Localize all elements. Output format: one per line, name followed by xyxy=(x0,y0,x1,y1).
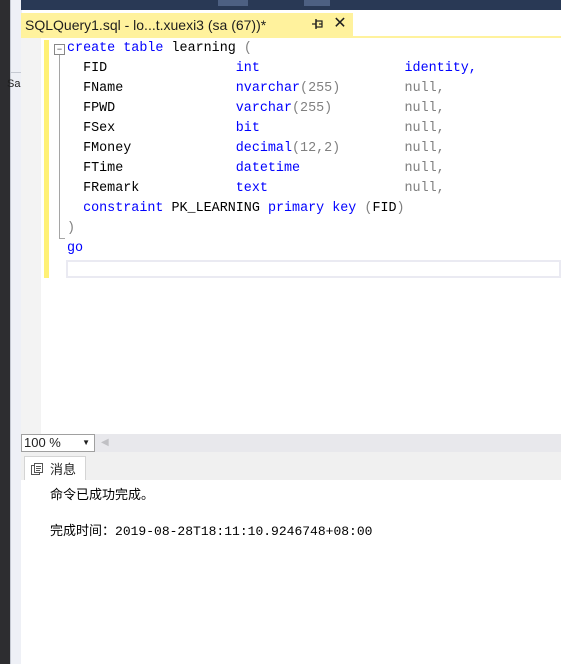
column-name: FPWD xyxy=(67,101,236,116)
column-name: FID xyxy=(67,61,236,76)
column-name: FName xyxy=(67,81,236,96)
result-message: 命令已成功完成。 xyxy=(50,488,155,503)
column-name: FSex xyxy=(67,121,236,136)
chevron-down-icon: ▼ xyxy=(82,438,90,447)
completion-time: 完成时间：2019-08-28T18:11:10.9246748+08:00 xyxy=(50,520,372,539)
column-type: int xyxy=(235,61,260,76)
column-type: decimal xyxy=(235,141,292,156)
column-gap xyxy=(332,101,404,116)
column-type-args: (12,2) xyxy=(292,141,341,156)
collapse-icon[interactable]: − xyxy=(54,44,65,55)
fold-guide-end xyxy=(59,238,65,239)
keyword-create: create xyxy=(67,41,116,56)
column-gap xyxy=(260,121,405,136)
column-type: nvarchar xyxy=(235,81,301,96)
code-area[interactable]: create table learning ( FID int identity… xyxy=(67,39,477,259)
editor-gutter xyxy=(21,38,41,434)
code-line-column: FRemark text null, xyxy=(67,179,477,199)
panel-cut-label: Sa xyxy=(7,78,21,90)
left-activity-strip xyxy=(0,0,10,664)
column-type: varchar xyxy=(235,101,292,116)
keyword-primary-key: primary key xyxy=(267,201,357,216)
completion-time-label: 完成时间： xyxy=(50,524,116,539)
current-line-highlight xyxy=(66,260,561,278)
keyword-table: table xyxy=(123,41,164,56)
document-tab[interactable]: SQLQuery1.sql - lo...t.xuexi3 (sa (67))*… xyxy=(21,13,353,36)
zoom-select[interactable]: 100 % ▼ xyxy=(21,434,95,452)
constraint-name: PK_LEARNING xyxy=(171,201,260,216)
column-gap xyxy=(260,61,405,76)
messages-icon xyxy=(30,462,44,476)
open-paren: ( xyxy=(243,41,252,56)
zoom-value: 100 % xyxy=(24,435,61,450)
column-gap xyxy=(300,161,404,176)
toolbar-hint xyxy=(218,0,248,6)
scroll-left-icon[interactable]: ◀ xyxy=(101,437,109,448)
results-tab-strip: 消息 xyxy=(21,452,561,480)
column-type-args: (255) xyxy=(300,81,341,96)
column-nullability: null, xyxy=(404,81,445,96)
document-tab-title: SQLQuery1.sql - lo...t.xuexi3 (sa (67))* xyxy=(25,16,267,33)
sql-editor[interactable]: − create table learning ( FID int identi… xyxy=(21,38,561,434)
code-line-column: FMoney decimal(12,2) null, xyxy=(67,139,477,159)
close-tab-icon[interactable]: ✕ xyxy=(332,15,348,33)
code-line-column: FName nvarchar(255) null, xyxy=(67,79,477,99)
column-type-args: (255) xyxy=(292,101,333,116)
column-gap xyxy=(340,141,404,156)
column-nullability: identity, xyxy=(404,61,477,76)
column-name: FMoney xyxy=(67,141,236,156)
constraint-col: FID xyxy=(372,201,397,216)
top-toolbar-strip xyxy=(21,0,561,10)
code-line-column: FID int identity, xyxy=(67,59,477,79)
code-line-column: FPWD varchar(255) null, xyxy=(67,99,477,119)
pin-icon[interactable] xyxy=(311,17,325,31)
keyword-constraint: constraint xyxy=(83,201,164,216)
code-line-close: ) xyxy=(67,221,76,236)
column-name: FRemark xyxy=(67,181,236,196)
column-type: bit xyxy=(235,121,260,136)
column-gap xyxy=(340,81,404,96)
column-nullability: null, xyxy=(404,141,445,156)
column-nullability: null, xyxy=(404,181,445,196)
fold-guide xyxy=(59,55,60,238)
code-line-go: go xyxy=(67,241,84,256)
column-gap xyxy=(268,181,405,196)
completion-time-value: 2019-08-28T18:11:10.9246748+08:00 xyxy=(115,524,373,539)
editor-zoom-bar: 100 % ▼ ◀ xyxy=(21,434,561,452)
column-nullability: null, xyxy=(404,101,445,116)
code-line-column: FSex bit null, xyxy=(67,119,477,139)
column-type: text xyxy=(235,181,268,196)
code-line-create: create table learning ( xyxy=(67,39,477,59)
code-line-column: FTime datetime null, xyxy=(67,159,477,179)
column-nullability: null, xyxy=(404,161,445,176)
column-type: datetime xyxy=(235,161,301,176)
column-name: FTime xyxy=(67,161,236,176)
results-pane: 消息 命令已成功完成。 完成时间：2019-08-28T18:11:10.924… xyxy=(21,452,561,664)
column-nullability: null, xyxy=(404,121,445,136)
toolbar-hint xyxy=(304,0,330,6)
change-tracking-bar xyxy=(44,40,49,278)
tab-messages-label: 消息 xyxy=(50,463,77,478)
code-line-constraint: constraint PK_LEARNING primary key (FID) xyxy=(67,199,477,219)
constraint-close: ) xyxy=(396,201,405,216)
tab-messages[interactable]: 消息 xyxy=(24,456,86,480)
table-name: learning xyxy=(171,41,236,56)
